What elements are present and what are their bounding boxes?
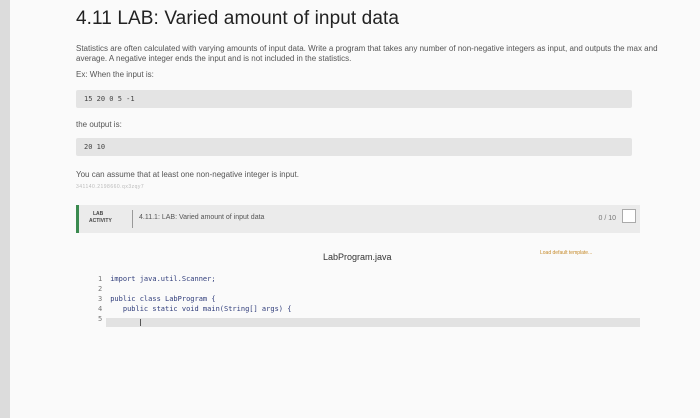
code-editor[interactable]: 1 import java.util.Scanner; 2 3 public c…: [98, 274, 640, 336]
example-input-box: 15 20 0 5 -1: [76, 90, 632, 108]
load-default-template-button[interactable]: Load default template...: [540, 250, 592, 256]
lab-activity-tag: LAB ACTIVITY: [89, 211, 112, 225]
output-intro: the output is:: [76, 120, 122, 129]
score-checkbox: [622, 209, 636, 223]
code-line: 3 public class LabProgram {: [98, 295, 216, 303]
assumption-text: You can assume that at least one non-neg…: [76, 170, 299, 179]
code-line: 5: [98, 315, 103, 323]
example-output-box: 20 10: [76, 138, 632, 156]
lab-name: 4.11.1: LAB: Varied amount of input data: [139, 214, 265, 221]
code-line: 2: [98, 285, 103, 293]
page: 4.11 LAB: Varied amount of input data St…: [10, 0, 700, 418]
lab-divider: [132, 210, 133, 228]
file-name: LabProgram.java: [323, 252, 392, 262]
example-intro: Ex: When the input is:: [76, 70, 154, 79]
code-line: 4 public static void main(String[] args)…: [98, 305, 292, 313]
page-title: 4.11 LAB: Varied amount of input data: [76, 8, 400, 29]
activity-id: 341140.2198660.qx3zqy7: [76, 184, 145, 190]
score-text: 0 / 10: [598, 215, 616, 222]
lab-tag-line1: LAB: [93, 211, 104, 217]
code-line: 1 import java.util.Scanner;: [98, 275, 216, 283]
description: Statistics are often calculated with var…: [76, 44, 658, 63]
lab-activity-header: LAB ACTIVITY 4.11.1: LAB: Varied amount …: [76, 205, 640, 233]
lab-tag-line2: ACTIVITY: [89, 218, 112, 224]
